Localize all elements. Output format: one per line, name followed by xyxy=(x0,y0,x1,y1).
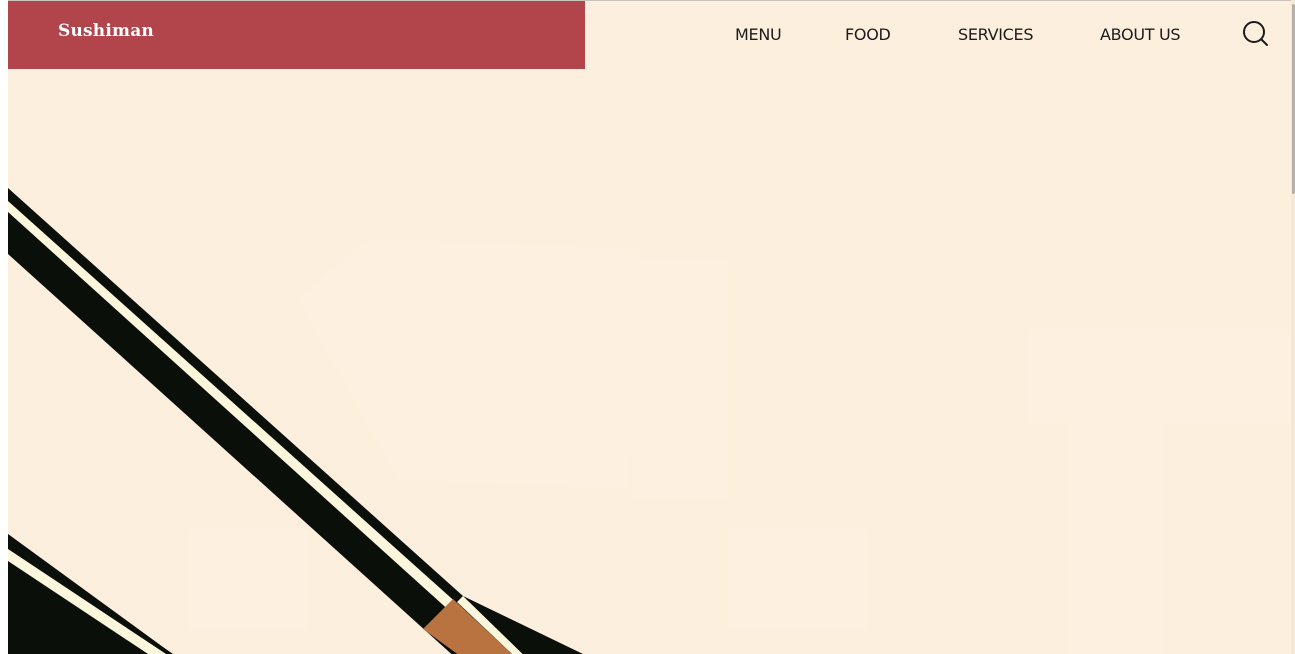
search-button[interactable] xyxy=(1240,18,1270,48)
hero-illustration xyxy=(8,188,1291,654)
faint-background-shapes xyxy=(188,239,1291,654)
nav-item-services[interactable]: SERVICES xyxy=(958,25,1034,44)
nav-item-menu[interactable]: MENU xyxy=(735,25,782,44)
brand-bar: Sushiman xyxy=(8,1,585,69)
nav-item-about-us[interactable]: ABOUT US xyxy=(1100,25,1181,44)
chopstick-lower xyxy=(8,534,173,654)
search-icon xyxy=(1243,21,1268,46)
brand-logo-text[interactable]: Sushiman xyxy=(58,21,154,41)
nav-item-food[interactable]: FOOD xyxy=(845,25,891,44)
left-edge-strip xyxy=(0,0,8,654)
